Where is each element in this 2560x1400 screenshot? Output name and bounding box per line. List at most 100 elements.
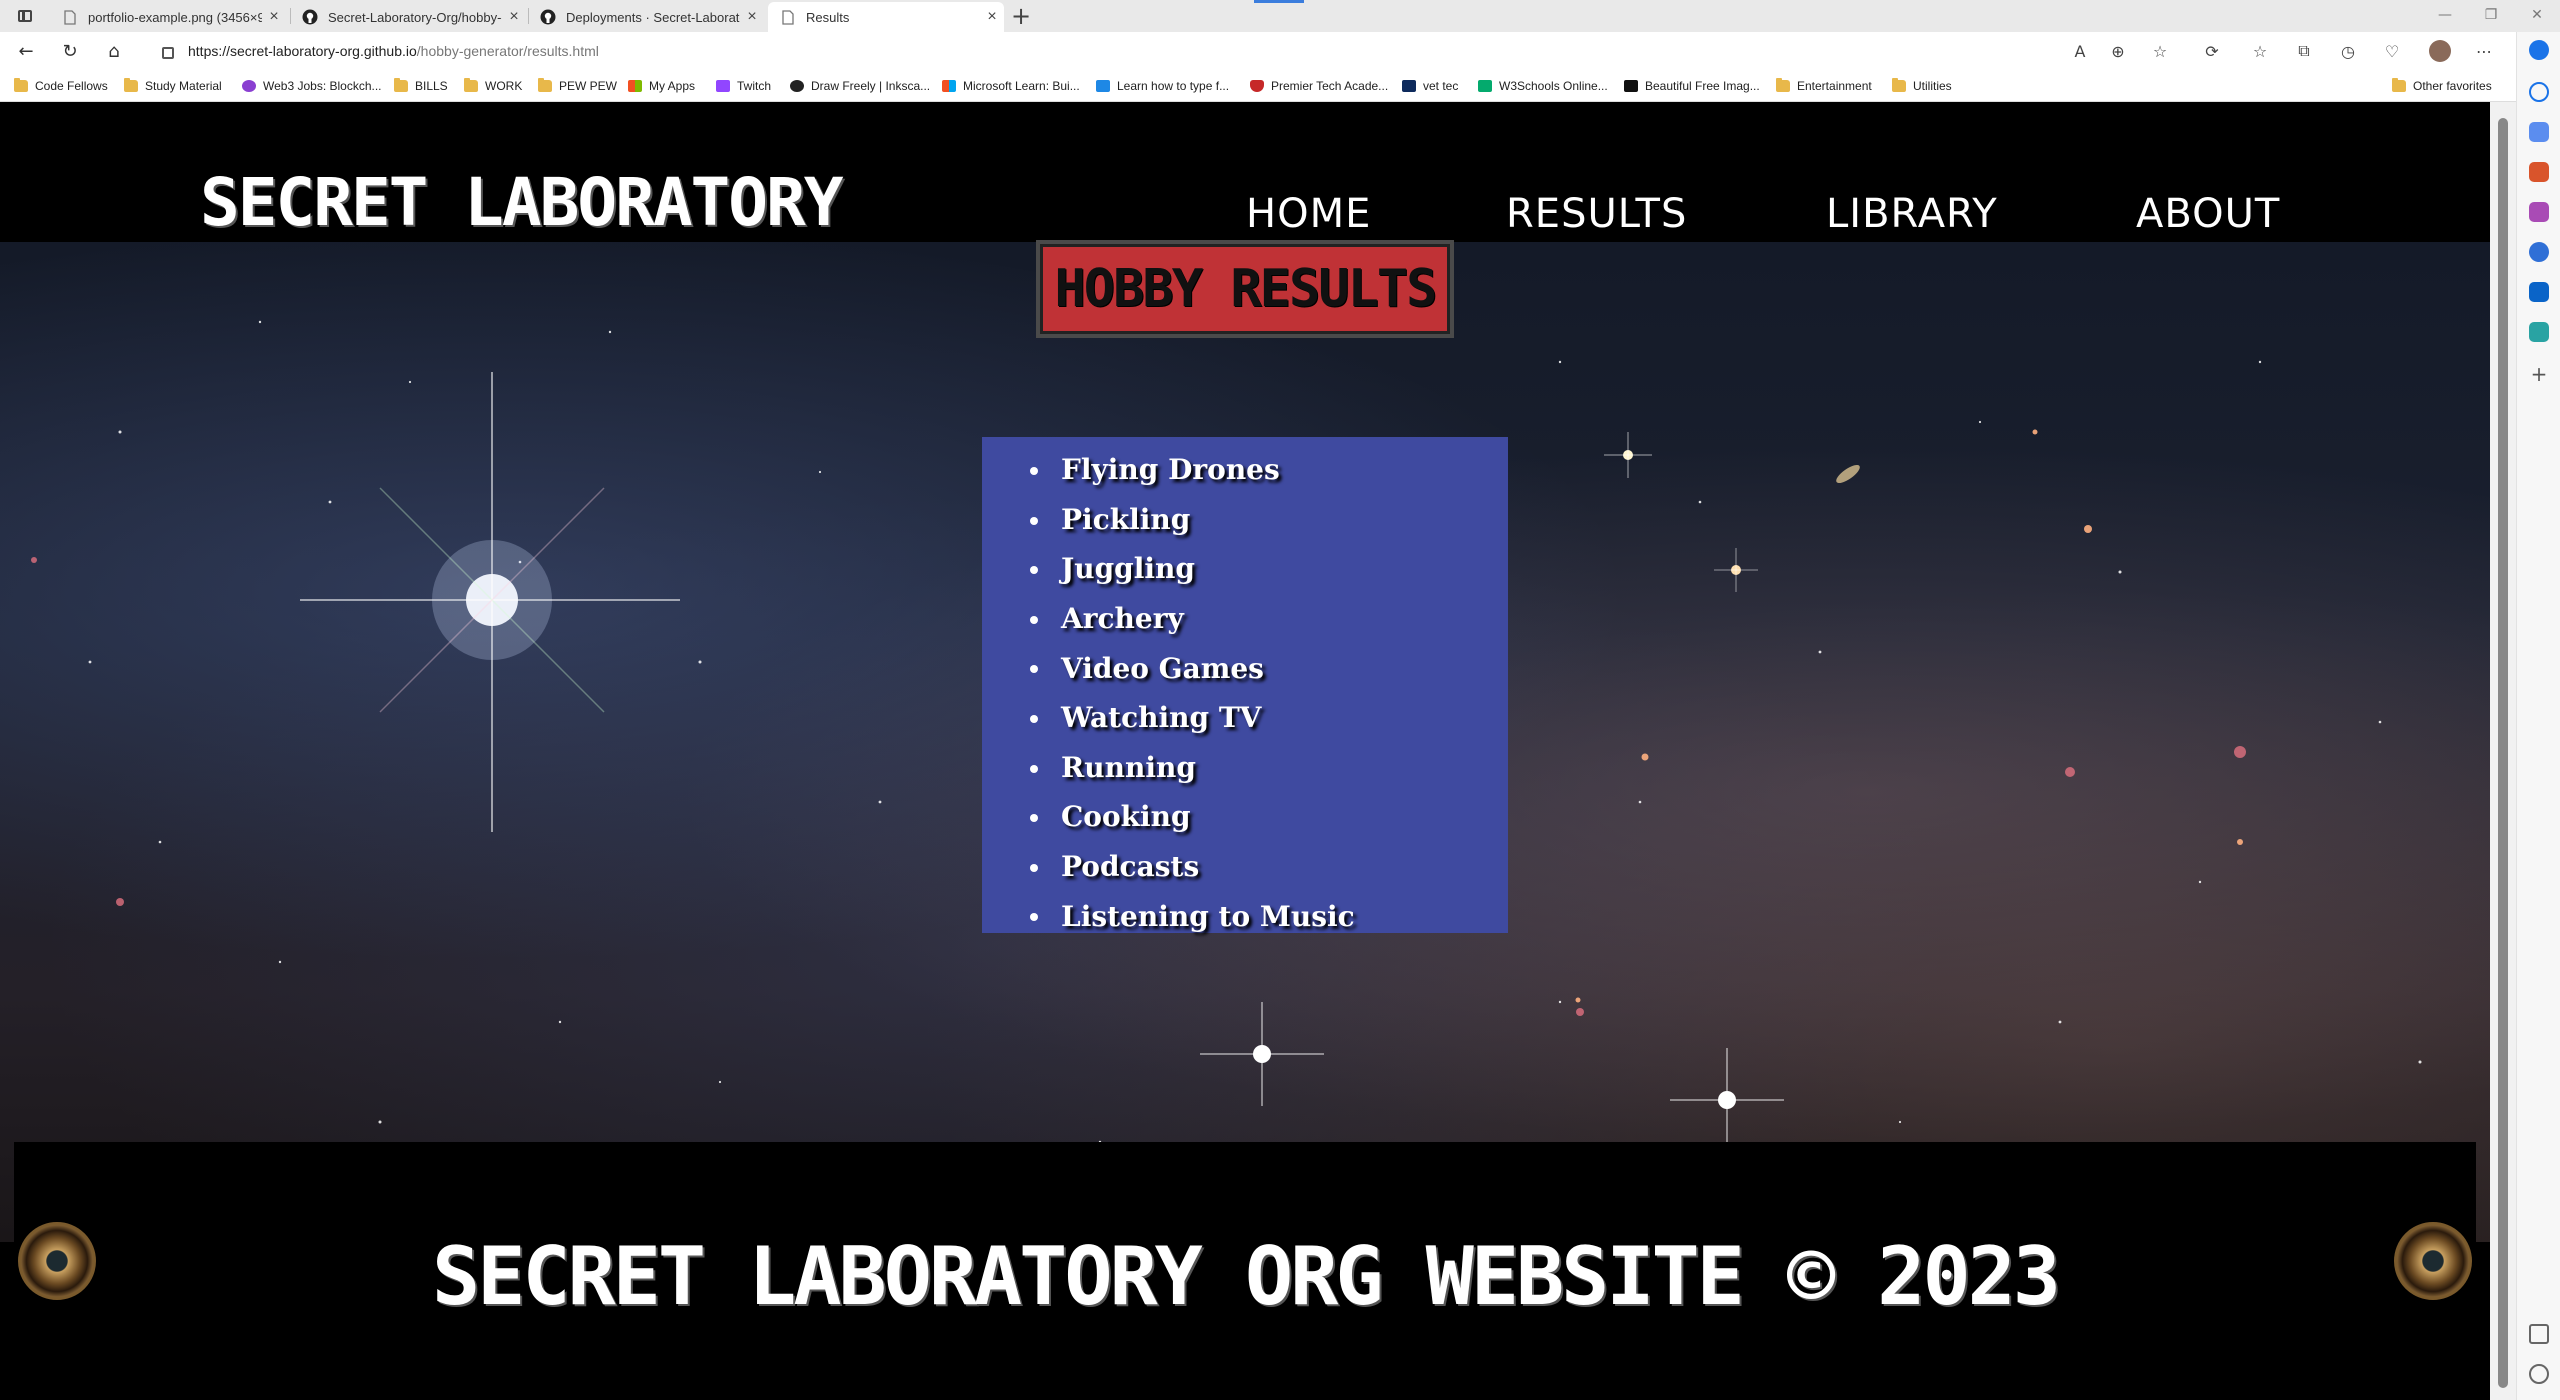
tab-github-deployments[interactable]: Deployments · Secret-Laborator… × bbox=[528, 2, 764, 32]
fav-bills[interactable]: BILLS bbox=[394, 77, 448, 95]
nav-results[interactable]: RESULTS bbox=[1506, 194, 1687, 234]
favorites-icon[interactable]: ☆ bbox=[2246, 37, 2274, 65]
site-header: SECRET LABORATORY HOME RESULTS LIBRARY A… bbox=[0, 102, 2490, 242]
fav-inkscape[interactable]: Draw Freely | Inksca... bbox=[790, 77, 930, 95]
url-text: https://secret-laboratory-org.github.io/… bbox=[188, 43, 599, 59]
github-icon bbox=[302, 9, 318, 25]
fav-label: WORK bbox=[485, 79, 523, 93]
history-icon[interactable]: ◷ bbox=[2334, 37, 2362, 65]
fav-microsoft-learn[interactable]: Microsoft Learn: Bui... bbox=[942, 77, 1080, 95]
footer-text: SECRET LABORATORY ORG WEBSITE © 2023 bbox=[432, 1230, 2061, 1323]
hobby-item: Archery bbox=[982, 594, 1508, 644]
hide-sidebar-icon[interactable] bbox=[2529, 1324, 2549, 1344]
tab-github-repo[interactable]: Secret-Laboratory-Org/hobby-g… × bbox=[290, 2, 526, 32]
fav-other-favorites[interactable]: Other favorites bbox=[2392, 77, 2492, 95]
page-title: HOBBY RESULTS bbox=[1054, 259, 1438, 319]
refresh-icon[interactable]: ↻ bbox=[56, 37, 84, 65]
zoom-icon[interactable]: ⊕ bbox=[2104, 37, 2132, 65]
folder-icon bbox=[124, 78, 138, 92]
fav-label: Beautiful Free Imag... bbox=[1645, 79, 1760, 93]
tab-actions-button[interactable] bbox=[8, 4, 42, 28]
github-icon bbox=[540, 9, 556, 25]
va-icon bbox=[1402, 80, 1416, 92]
home-icon[interactable]: ⌂ bbox=[100, 37, 128, 65]
hobby-item: Listening to Music bbox=[982, 891, 1508, 941]
scrollbar-thumb[interactable] bbox=[2498, 118, 2508, 1388]
restore-button[interactable]: ❐ bbox=[2468, 0, 2514, 32]
fav-my-apps[interactable]: My Apps bbox=[628, 77, 695, 95]
folder-icon bbox=[1776, 78, 1790, 92]
fav-typing[interactable]: Learn how to type f... bbox=[1096, 77, 1229, 95]
page-scrollbar[interactable] bbox=[2490, 102, 2516, 1400]
folder-icon bbox=[538, 78, 552, 92]
settings-gear-icon[interactable] bbox=[2529, 1364, 2549, 1384]
browser-essentials-icon[interactable]: ♡ bbox=[2378, 37, 2406, 65]
add-sidebar-icon[interactable]: + bbox=[2529, 364, 2549, 384]
office-icon[interactable] bbox=[2529, 242, 2549, 262]
folder-icon bbox=[14, 78, 28, 92]
address-bar[interactable]: https://secret-laboratory-org.github.io/… bbox=[150, 37, 2160, 65]
nav-about[interactable]: ABOUT bbox=[2136, 194, 2280, 234]
fav-label: Code Fellows bbox=[35, 79, 108, 93]
fav-code-fellows[interactable]: Code Fellows bbox=[14, 77, 108, 95]
fav-twitch[interactable]: Twitch bbox=[716, 77, 771, 95]
minimize-button[interactable]: — bbox=[2422, 0, 2468, 32]
tools-icon[interactable] bbox=[2529, 162, 2549, 182]
fav-label: My Apps bbox=[649, 79, 696, 93]
tab-bar: portfolio-example.png (3456×9… × Secret-… bbox=[0, 0, 2560, 32]
folder-icon bbox=[2392, 78, 2406, 92]
inkscape-icon bbox=[790, 80, 804, 92]
tab-results[interactable]: Results × bbox=[768, 2, 1004, 32]
profile-avatar-icon[interactable] bbox=[2426, 37, 2454, 65]
nav-library[interactable]: LIBRARY bbox=[1826, 194, 1998, 234]
fav-premier-tech[interactable]: Premier Tech Acade... bbox=[1250, 77, 1388, 95]
fav-web3-jobs[interactable]: Web3 Jobs: Blockch... bbox=[242, 77, 382, 95]
close-window-button[interactable]: ✕ bbox=[2514, 0, 2560, 32]
shield-icon bbox=[1250, 80, 1264, 92]
folder-icon bbox=[464, 78, 478, 92]
fav-unsplash[interactable]: Beautiful Free Imag... bbox=[1624, 77, 1760, 95]
hobby-item: Pickling bbox=[982, 495, 1508, 545]
fav-pew-pew[interactable]: PEW PEW bbox=[538, 77, 617, 95]
close-tab-icon[interactable]: × bbox=[740, 8, 764, 26]
close-tab-icon[interactable]: × bbox=[502, 8, 526, 26]
fav-label: Study Material bbox=[145, 79, 222, 93]
hobby-item: Flying Drones bbox=[982, 445, 1508, 495]
fav-vet-tec[interactable]: vet tec bbox=[1402, 77, 1458, 95]
fav-work[interactable]: WORK bbox=[464, 77, 522, 95]
portal-icon-right bbox=[2394, 1222, 2472, 1300]
hobby-item: Podcasts bbox=[982, 842, 1508, 892]
games-icon[interactable] bbox=[2529, 202, 2549, 222]
read-aloud-icon[interactable]: A bbox=[2066, 37, 2094, 65]
close-tab-icon[interactable]: × bbox=[980, 8, 1004, 26]
fav-label: Utilities bbox=[1913, 79, 1952, 93]
microsoft-icon bbox=[942, 80, 956, 92]
search-icon[interactable] bbox=[2529, 82, 2549, 102]
outlook-icon[interactable] bbox=[2529, 282, 2549, 302]
more-menu-icon[interactable]: ⋯ bbox=[2470, 37, 2498, 65]
collections-icon[interactable]: ⧉ bbox=[2290, 37, 2318, 65]
drop-icon[interactable] bbox=[2529, 322, 2549, 342]
back-arrow-icon[interactable]: ← bbox=[12, 37, 40, 65]
bing-chat-icon[interactable] bbox=[2529, 40, 2549, 60]
fav-study-material[interactable]: Study Material bbox=[124, 77, 222, 95]
edge-sidebar: + bbox=[2516, 32, 2560, 1400]
fav-utilities[interactable]: Utilities bbox=[1892, 77, 1952, 95]
fav-w3schools[interactable]: W3Schools Online... bbox=[1478, 77, 1608, 95]
fav-entertainment[interactable]: Entertainment bbox=[1776, 77, 1872, 95]
hobby-results-list: Flying Drones Pickling Juggling Archery … bbox=[982, 437, 1508, 933]
close-tab-icon[interactable]: × bbox=[262, 8, 286, 26]
site-logo[interactable]: SECRET LABORATORY bbox=[200, 170, 844, 236]
page-viewport: SECRET LABORATORY HOME RESULTS LIBRARY A… bbox=[0, 102, 2490, 1400]
fav-label: Microsoft Learn: Bui... bbox=[963, 79, 1080, 93]
favorite-star-icon[interactable]: ☆ bbox=[2146, 37, 2174, 65]
nav-home[interactable]: HOME bbox=[1246, 194, 1371, 234]
tab-title: Secret-Laboratory-Org/hobby-g… bbox=[328, 9, 502, 25]
browser-toolbar: ← ↻ ⌂ https://secret-laboratory-org.gith… bbox=[0, 32, 2560, 70]
apps-icon bbox=[628, 80, 642, 92]
tab-portfolio-example[interactable]: portfolio-example.png (3456×9… × bbox=[50, 2, 286, 32]
hobby-item: Watching TV bbox=[982, 693, 1508, 743]
new-tab-button[interactable]: + bbox=[1006, 2, 1036, 30]
shopping-icon[interactable] bbox=[2529, 122, 2549, 142]
extensions-icon[interactable]: ⟳ bbox=[2198, 37, 2226, 65]
